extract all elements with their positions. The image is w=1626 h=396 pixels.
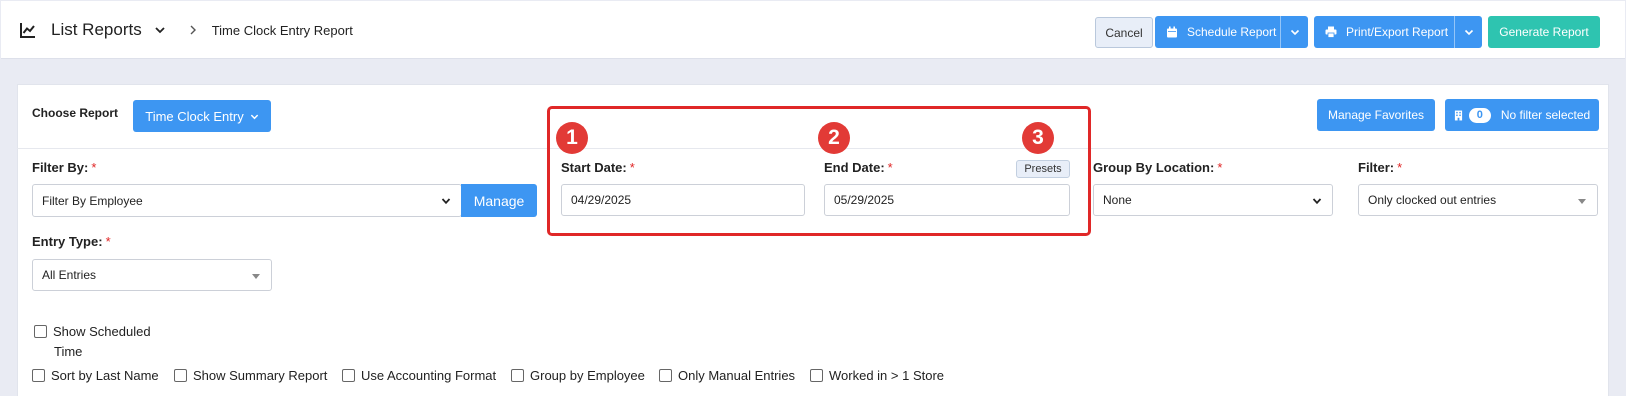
- cancel-button[interactable]: Cancel: [1095, 17, 1153, 48]
- checkbox-box[interactable]: [342, 369, 355, 382]
- triangle-down-icon: [252, 274, 260, 279]
- checkbox-label: Only Manual Entries: [678, 368, 796, 383]
- checkbox-box[interactable]: [174, 369, 187, 382]
- triangle-down-icon: [1578, 199, 1586, 204]
- group-by-location-value: None: [1103, 193, 1132, 207]
- group-by-employee-checkbox[interactable]: Group by Employee: [511, 368, 645, 383]
- show-scheduled-time-checkbox[interactable]: Show Scheduled: [34, 324, 151, 339]
- manage-filter-button[interactable]: Manage: [461, 184, 537, 217]
- group-by-location-select[interactable]: None: [1093, 184, 1333, 216]
- checkbox-label: Show Summary Report: [193, 368, 328, 383]
- show-summary-report-checkbox[interactable]: Show Summary Report: [174, 368, 327, 383]
- line-chart-icon: [20, 23, 35, 38]
- print-export-label: Print/Export Report: [1346, 25, 1449, 39]
- filter-by-value: Filter By Employee: [42, 193, 143, 208]
- entry-type-label: Entry Type: *: [32, 234, 111, 249]
- start-date-label: Start Date: *: [561, 160, 635, 175]
- schedule-report-button[interactable]: Schedule Report: [1155, 16, 1308, 48]
- calendar-icon: [1167, 26, 1177, 38]
- checkbox-label-continued: Time: [54, 344, 83, 359]
- list-reports-dropdown[interactable]: List Reports: [51, 20, 142, 40]
- choose-report-value: Time Clock Entry: [145, 108, 244, 124]
- group-by-location-label: Group By Location: *: [1093, 160, 1223, 175]
- print-export-menu-toggle[interactable]: [1454, 16, 1482, 48]
- presets-button[interactable]: Presets: [1016, 160, 1070, 178]
- end-date-label: End Date: *: [824, 160, 893, 175]
- checkbox-label: Group by Employee: [530, 368, 645, 383]
- use-accounting-format-checkbox[interactable]: Use Accounting Format: [342, 368, 496, 383]
- checkbox-box[interactable]: [659, 369, 672, 382]
- checkbox-box[interactable]: [32, 369, 45, 382]
- printer-icon: [1325, 26, 1337, 38]
- chevron-down-icon: [1464, 29, 1473, 36]
- checkbox-label: Show Scheduled: [53, 324, 151, 339]
- only-manual-entries-checkbox[interactable]: Only Manual Entries: [659, 368, 795, 383]
- chevron-down-icon: [441, 198, 451, 205]
- generate-report-button[interactable]: Generate Report: [1488, 16, 1600, 48]
- breadcrumb-current: Time Clock Entry Report: [211, 22, 353, 38]
- end-date-value: 05/29/2025: [834, 193, 895, 207]
- print-export-report-button[interactable]: Print/Export Report: [1314, 16, 1482, 48]
- checkbox-box[interactable]: [34, 325, 47, 338]
- sort-by-last-name-checkbox[interactable]: Sort by Last Name: [32, 368, 159, 383]
- annotation-badge-2: 2: [818, 122, 850, 154]
- annotation-badge-3: 3: [1022, 122, 1054, 154]
- choose-report-label: Choose Report: [32, 106, 119, 120]
- start-date-value: 04/29/2025: [571, 193, 632, 207]
- title-block: List Reports Time Clock Entry Report: [19, 1, 353, 59]
- chevron-right-icon: [190, 25, 196, 35]
- filter-by-select[interactable]: Filter By Employee: [32, 184, 462, 217]
- choose-report-dropdown[interactable]: Time Clock Entry: [133, 100, 271, 132]
- filter-status-text: No filter selected: [1500, 108, 1591, 122]
- filter-value: Only clocked out entries: [1368, 193, 1497, 207]
- start-date-input[interactable]: 04/29/2025: [561, 184, 805, 216]
- entry-type-select[interactable]: All Entries: [32, 259, 272, 291]
- chevron-down-icon: [250, 114, 258, 119]
- manage-favorites-button[interactable]: Manage Favorites: [1317, 99, 1435, 131]
- filter-count-badge: 0: [1468, 107, 1491, 123]
- checkbox-label: Worked in > 1 Store: [829, 368, 945, 383]
- building-icon: [1454, 110, 1462, 120]
- chevron-down-icon: [1290, 29, 1299, 36]
- end-date-input[interactable]: 05/29/2025: [824, 184, 1070, 216]
- schedule-report-label: Schedule Report: [1187, 25, 1277, 39]
- filter-label: Filter: *: [1358, 160, 1403, 175]
- worked-in-multiple-stores-checkbox[interactable]: Worked in > 1 Store: [810, 368, 944, 383]
- filter-by-label: Filter By: *: [32, 160, 97, 175]
- entry-type-value: All Entries: [42, 268, 97, 282]
- checkbox-label: Sort by Last Name: [51, 368, 159, 383]
- schedule-report-menu-toggle[interactable]: [1280, 16, 1308, 48]
- checkbox-label: Use Accounting Format: [361, 368, 497, 383]
- filter-selection-button[interactable]: 0 No filter selected: [1445, 99, 1599, 131]
- chevron-down-icon: [1312, 198, 1322, 205]
- checkbox-box[interactable]: [511, 369, 524, 382]
- checkbox-box[interactable]: [810, 369, 823, 382]
- filter-select[interactable]: Only clocked out entries: [1358, 184, 1598, 216]
- annotation-badge-1: 1: [556, 122, 588, 154]
- chevron-down-icon[interactable]: [154, 24, 166, 36]
